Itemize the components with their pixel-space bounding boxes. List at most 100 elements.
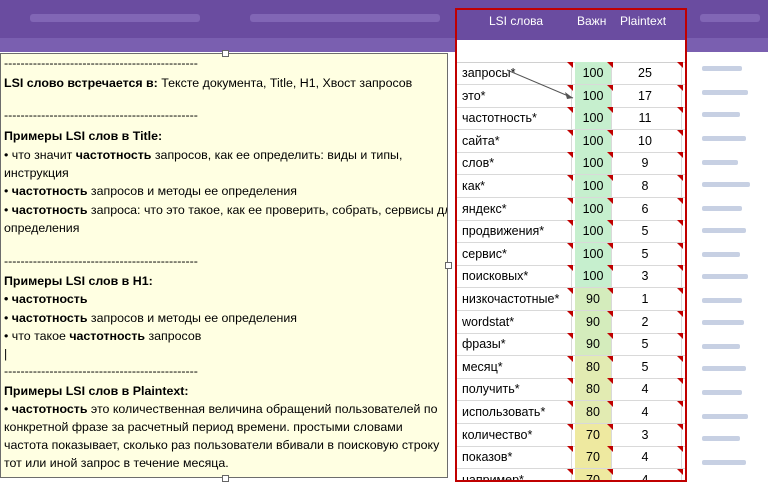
header-plaintext[interactable]: Plaintext (620, 14, 666, 28)
comment-marker[interactable] (677, 401, 683, 407)
table-row[interactable]: wordstat* 90 2 (457, 310, 685, 334)
comment-marker[interactable] (567, 378, 573, 385)
comment-marker[interactable] (677, 220, 683, 227)
comment-marker[interactable] (567, 242, 573, 249)
comment-marker[interactable] (607, 288, 613, 294)
comment-marker[interactable] (607, 468, 613, 475)
lsi-word: сайта* (462, 133, 500, 148)
comment-marker[interactable] (677, 333, 683, 340)
comment-marker[interactable] (567, 265, 573, 272)
comment-marker[interactable] (607, 423, 613, 430)
plaintext-count: 4 (641, 382, 649, 397)
plaintext-count: 5 (641, 224, 649, 239)
header-lsi-words[interactable]: LSI слова (489, 14, 543, 28)
separator: ----------------------------------------… (4, 364, 198, 378)
comment-marker[interactable] (607, 129, 613, 136)
comment-marker[interactable] (607, 84, 613, 91)
lsi-word: месяц* (462, 359, 503, 374)
table-header: LSI слова Важн Plaintext (457, 10, 685, 40)
plaintext-count: 11 (638, 111, 652, 126)
table-row[interactable]: слов* 100 9 (457, 152, 685, 176)
table-row[interactable]: получить* 80 4 (457, 378, 685, 402)
lsi-word: яндекс* (462, 201, 507, 216)
table-row[interactable]: низкочастотные* 90 1 (457, 288, 685, 311)
comment-marker[interactable] (567, 197, 573, 204)
comment-marker[interactable] (677, 197, 683, 204)
comment-marker[interactable] (607, 107, 613, 114)
comment-marker[interactable] (607, 152, 613, 159)
table-row[interactable]: как* 100 8 (457, 175, 685, 198)
comment-marker[interactable] (607, 355, 613, 362)
comment-marker[interactable] (567, 107, 573, 114)
table-row[interactable]: месяц* 80 5 (457, 355, 685, 379)
comment-marker[interactable] (607, 446, 613, 453)
resize-handle[interactable] (445, 262, 452, 269)
comment-marker[interactable] (607, 197, 613, 204)
comment-marker[interactable] (677, 310, 683, 317)
comment-marker[interactable] (677, 84, 683, 91)
comment-marker[interactable] (567, 423, 573, 430)
comment-marker[interactable] (607, 62, 613, 68)
comment-marker[interactable] (607, 310, 613, 317)
comment-marker[interactable] (607, 265, 613, 272)
table-row[interactable]: продвижения* 100 5 (457, 220, 685, 244)
comment-marker[interactable] (677, 423, 683, 430)
comment-marker[interactable] (677, 62, 683, 68)
comment-marker[interactable] (567, 401, 573, 407)
comment-marker[interactable] (677, 468, 683, 475)
table-row[interactable]: количество* 70 3 (457, 423, 685, 447)
table-row[interactable]: сервис* 100 5 (457, 242, 685, 266)
separator: ----------------------------------------… (4, 108, 198, 122)
table-row[interactable]: яндекс* 100 6 (457, 197, 685, 221)
importance-value: 80 (575, 378, 611, 401)
comment-marker[interactable] (567, 446, 573, 453)
lsi-word: слов* (462, 156, 495, 171)
plaintext-example-cont: частота показывает, сколько раз пользова… (4, 438, 440, 452)
comment-marker[interactable] (567, 310, 573, 317)
table-row[interactable]: показов* 70 4 (457, 446, 685, 470)
plaintext-count: 17 (638, 88, 652, 103)
comment-marker[interactable] (567, 468, 573, 475)
comment-marker[interactable] (677, 129, 683, 136)
importance-value: 100 (575, 220, 611, 243)
comment-marker[interactable] (607, 220, 613, 227)
plaintext-count: 1 (641, 292, 649, 306)
title-example: • что значит частотность запросов, как е… (4, 148, 403, 162)
comment-marker[interactable] (677, 242, 683, 249)
comment-marker[interactable] (677, 152, 683, 159)
comment-marker[interactable] (567, 175, 573, 181)
comment-marker[interactable] (677, 175, 683, 181)
comment-marker[interactable] (677, 355, 683, 362)
resize-handle[interactable] (222, 475, 229, 482)
table-row[interactable]: использовать* 80 4 (457, 401, 685, 424)
comment-marker[interactable] (607, 333, 613, 340)
comment-marker[interactable] (607, 401, 613, 407)
table-row[interactable]: например* 70 4 (457, 468, 685, 480)
plaintext-count: 4 (641, 405, 649, 419)
header-importance[interactable]: Важн (577, 14, 606, 28)
header-spacer (457, 40, 685, 63)
table-row[interactable]: сайта* 100 10 (457, 129, 685, 153)
comment-marker[interactable] (677, 288, 683, 294)
ribbon-text-blur (700, 14, 760, 22)
cell-comment[interactable]: ----------------------------------------… (0, 53, 448, 478)
lsi-word: использовать* (462, 405, 546, 419)
comment-marker[interactable] (607, 175, 613, 181)
comment-marker[interactable] (567, 129, 573, 136)
comment-marker[interactable] (567, 152, 573, 159)
comment-marker[interactable] (677, 378, 683, 385)
table-row[interactable]: фразы* 90 5 (457, 333, 685, 357)
comment-marker[interactable] (567, 288, 573, 294)
resize-handle[interactable] (222, 50, 229, 57)
comment-marker[interactable] (567, 355, 573, 362)
comment-marker[interactable] (567, 220, 573, 227)
comment-marker[interactable] (607, 378, 613, 385)
comment-marker[interactable] (567, 333, 573, 340)
comment-marker[interactable] (677, 446, 683, 453)
plaintext-count: 5 (641, 359, 649, 374)
table-row[interactable]: частотность* 100 11 (457, 107, 685, 131)
comment-marker[interactable] (607, 242, 613, 249)
table-row[interactable]: поисковых* 100 3 (457, 265, 685, 289)
comment-marker[interactable] (677, 265, 683, 272)
comment-marker[interactable] (677, 107, 683, 114)
